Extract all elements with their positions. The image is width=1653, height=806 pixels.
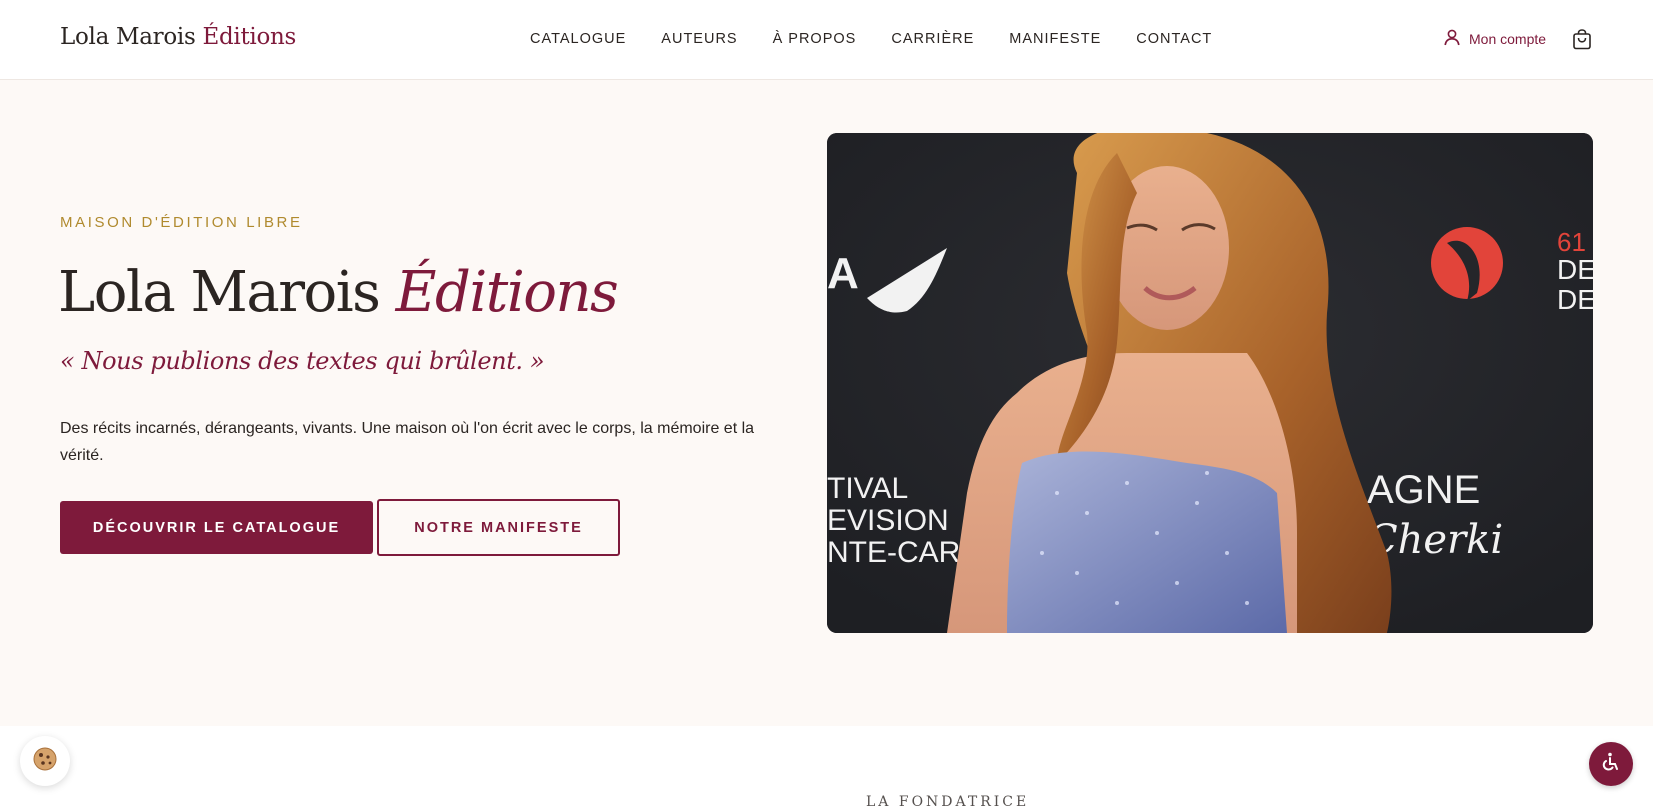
hero-title-main: Lola Marois bbox=[58, 260, 396, 325]
logo-main: Lola Marois bbox=[60, 24, 203, 50]
manifesto-button[interactable]: NOTRE MANIFESTE bbox=[377, 499, 620, 556]
backdrop-text-left-1: TIVAL bbox=[827, 472, 908, 505]
founder-section: LA FONDATRICE bbox=[0, 726, 1653, 806]
cart-icon bbox=[1572, 29, 1592, 54]
backdrop-text-left-2: EVISION bbox=[827, 504, 949, 537]
nav-item-catalogue[interactable]: CATALOGUE bbox=[530, 31, 626, 47]
discover-catalogue-button[interactable]: DÉCOUVRIR LE CATALOGUE bbox=[60, 501, 373, 554]
nav-item-contact[interactable]: CONTACT bbox=[1136, 31, 1212, 47]
account-link[interactable]: Mon compte bbox=[1443, 28, 1546, 50]
hero-photo: A TIVAL EVISION NTE-CARLO 61 DE DE AGNE … bbox=[827, 133, 1593, 633]
nav-item-a-propos[interactable]: À PROPOS bbox=[773, 31, 857, 47]
backdrop-text-right-1: 61 bbox=[1557, 227, 1586, 257]
logo-accent: Éditions bbox=[202, 24, 297, 50]
backdrop-text-left-top: A bbox=[827, 249, 859, 298]
cookie-settings-button[interactable] bbox=[20, 736, 70, 786]
nav-item-carriere[interactable]: CARRIÈRE bbox=[891, 31, 974, 47]
founder-heading: LA FONDATRICE bbox=[866, 794, 1030, 806]
backdrop-text-right-3: DE bbox=[1557, 284, 1593, 315]
cart-button[interactable] bbox=[1572, 29, 1592, 54]
account-label: Mon compte bbox=[1469, 31, 1547, 47]
user-icon bbox=[1443, 28, 1461, 50]
hero-description: Des récits incarnés, dérangeants, vivant… bbox=[60, 420, 755, 464]
hero-title: Lola Marois Éditions bbox=[58, 260, 619, 325]
backdrop-text-right-4: AGNE bbox=[1367, 468, 1480, 512]
dress-shape bbox=[1007, 451, 1287, 633]
hero-tagline: « Nous publions des textes qui brûlent. … bbox=[60, 347, 545, 375]
cookie-icon bbox=[32, 746, 58, 776]
hero-eyebrow: MAISON D'ÉDITION LIBRE bbox=[60, 214, 303, 231]
accessibility-button[interactable] bbox=[1589, 742, 1633, 786]
nav-item-manifeste[interactable]: MANIFESTE bbox=[1009, 31, 1101, 47]
backdrop-text-right-2: DE bbox=[1557, 254, 1593, 285]
site-logo[interactable]: Lola Marois Éditions bbox=[60, 24, 296, 50]
nav-item-auteurs[interactable]: AUTEURS bbox=[661, 31, 737, 47]
main-nav: CATALOGUE AUTEURS À PROPOS CARRIÈRE MANI… bbox=[530, 31, 1247, 47]
hero-title-accent: Éditions bbox=[395, 260, 619, 325]
site-header: Lola Marois Éditions CATALOGUE AUTEURS À… bbox=[0, 0, 1653, 80]
accessibility-icon bbox=[1600, 751, 1622, 777]
